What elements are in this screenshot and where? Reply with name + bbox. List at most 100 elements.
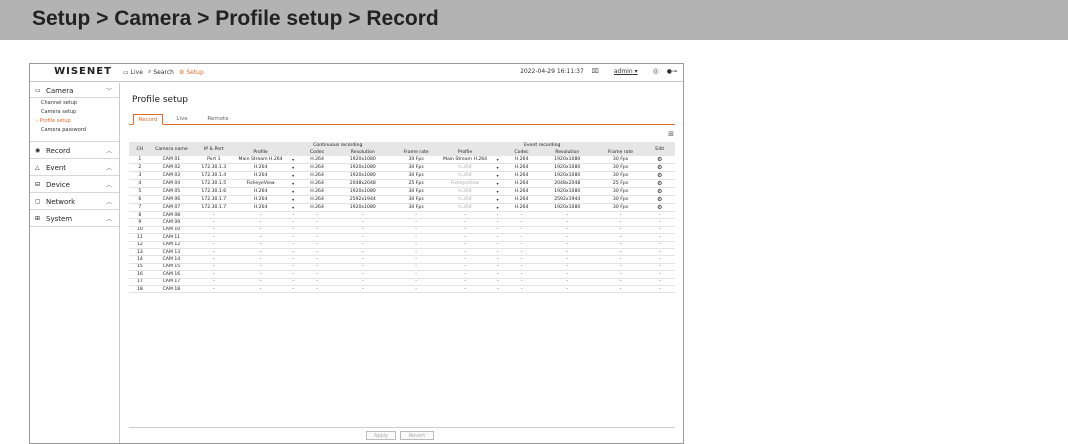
cell-edit[interactable]: ⚙ <box>644 156 675 164</box>
cell-edit: - <box>644 218 675 227</box>
cell-event-profile[interactable]: FisheyeView <box>440 179 491 188</box>
cell-camera-name: CAM 03 <box>150 171 193 180</box>
cell-ch: 10 <box>129 226 151 235</box>
cell-cont-profile[interactable]: H.264 <box>235 163 286 172</box>
grid-view-icon[interactable]: ⊞ <box>668 130 674 138</box>
cell-edit[interactable]: ⚙ <box>644 203 675 212</box>
event-profile-dropdown-arrow[interactable]: ▾ <box>490 203 506 212</box>
logout-icon[interactable]: ●⊸ <box>667 68 677 75</box>
cell-edit[interactable]: ⚙ <box>644 187 675 196</box>
main-panel: Profile setup Record Live Remote ⊞ CH Ca… <box>121 83 683 443</box>
event-profile-dropdown-arrow: - <box>490 278 506 286</box>
cell-cont-frame-rate: 30 Fps <box>392 195 441 204</box>
sidebar-item-camera-setup[interactable]: Camera setup <box>41 109 76 115</box>
event-profile-dropdown-arrow[interactable]: ▾ <box>490 163 506 172</box>
revert-button[interactable]: Revert <box>400 431 434 440</box>
user-dropdown[interactable]: admin ▾ <box>607 68 645 75</box>
cell-event-resolution: - <box>537 233 597 242</box>
table-row: 9 CAM 09- - - - - - - - - - - - <box>129 218 675 227</box>
table-group-header-row: CH Camera name IP & Port Continuous reco… <box>129 142 675 156</box>
gear-icon: ⚙ <box>657 164 663 171</box>
event-profile-dropdown-arrow[interactable]: ▾ <box>490 171 506 180</box>
cell-cont-profile[interactable]: FisheyeView <box>235 179 286 188</box>
event-profile-dropdown-arrow[interactable]: ▾ <box>490 195 506 204</box>
event-profile-dropdown-arrow[interactable]: ▾ <box>490 156 506 164</box>
cell-camera-name: CAM 16 <box>150 270 193 279</box>
cell-cont-codec: - <box>300 226 334 235</box>
cell-cont-profile[interactable]: Main Stream H.264 <box>235 156 286 164</box>
cell-event-profile[interactable]: Main Stream H.264 <box>440 156 491 164</box>
cell-cont-resolution: 1920x1080 <box>333 203 393 212</box>
tab-remote[interactable]: Remote <box>203 114 233 125</box>
event-profile-dropdown-arrow[interactable]: ▾ <box>490 179 506 188</box>
cell-camera-name: CAM 02 <box>150 163 193 172</box>
cont-profile-dropdown-arrow[interactable]: ▾ <box>285 171 301 180</box>
cell-cont-profile[interactable]: H.264 <box>235 171 286 180</box>
cell-event-profile[interactable]: H.264 <box>440 203 491 212</box>
cont-profile-dropdown-arrow[interactable]: ▾ <box>285 195 301 204</box>
nav-setup[interactable]: ⚙ Setup <box>179 68 204 76</box>
cont-profile-dropdown-arrow[interactable]: ▾ <box>285 179 301 188</box>
cont-profile-dropdown-arrow[interactable]: ▾ <box>285 187 301 196</box>
cell-event-profile[interactable]: H.264 <box>440 195 491 204</box>
cont-profile-dropdown-arrow[interactable]: ▾ <box>285 203 301 212</box>
gear-icon: ⚙ <box>657 172 663 179</box>
sidebar-header-camera[interactable]: ▭ Camera ﹀ <box>30 83 119 98</box>
cell-event-profile[interactable]: H.264 <box>440 187 491 196</box>
cell-cont-resolution: - <box>333 218 393 227</box>
cell-event-frame-rate: 30 Fps <box>596 156 645 164</box>
sidebar-item-profile-setup[interactable]: › Profile setup <box>36 118 71 124</box>
cont-profile-dropdown-arrow[interactable]: ▾ <box>285 156 301 164</box>
cell-cont-resolution: - <box>333 255 393 264</box>
cell-event-profile[interactable]: H.264 <box>440 171 491 180</box>
sidebar-group-event[interactable]: △ Event ︿ <box>30 160 119 176</box>
cell-cont-codec: - <box>300 270 334 279</box>
cell-event-resolution: - <box>537 255 597 264</box>
cell-event-profile: - <box>440 248 491 257</box>
network-icon: ▢ <box>35 198 41 205</box>
cell-cont-codec: - <box>300 263 334 272</box>
event-profile-dropdown-arrow[interactable]: ▾ <box>490 187 506 196</box>
cell-cont-frame-rate: - <box>392 270 441 279</box>
tab-record[interactable]: Record <box>133 114 163 125</box>
nav-search[interactable]: ⌕ Search <box>148 68 174 76</box>
cell-edit[interactable]: ⚙ <box>644 179 675 188</box>
cell-cont-profile: - <box>235 270 286 279</box>
nav-live[interactable]: ▭ Live <box>123 68 143 76</box>
cell-event-resolution: 1920x1080 <box>537 171 597 180</box>
cell-ch: 16 <box>129 270 151 279</box>
cell-cont-resolution: - <box>333 270 393 279</box>
cell-event-profile[interactable]: H.264 <box>440 163 491 172</box>
sidebar-item-camera-password[interactable]: Camera password <box>41 127 86 133</box>
sidebar-group-system[interactable]: ⊞ System ︿ <box>30 211 119 227</box>
cell-event-profile: - <box>440 270 491 279</box>
notification-icon[interactable]: ⌧ <box>592 68 599 75</box>
cell-edit[interactable]: ⚙ <box>644 163 675 172</box>
cell-edit[interactable]: ⚙ <box>644 195 675 204</box>
cell-edit: - <box>644 285 675 294</box>
sidebar-group-network[interactable]: ▢ Network ︿ <box>30 194 119 210</box>
cont-profile-dropdown-arrow: - <box>285 270 301 279</box>
sidebar-item-channel-setup[interactable]: Channel setup <box>41 100 77 106</box>
sidebar-group-device[interactable]: ⊟ Device ︿ <box>30 177 119 193</box>
gear-icon: ⚙ <box>657 196 663 203</box>
cell-event-codec: - <box>505 270 538 279</box>
apply-button[interactable]: Apply <box>366 431 396 440</box>
cell-event-resolution: - <box>537 285 597 294</box>
cell-ip-port: 172.30.1.3 <box>192 163 236 172</box>
cell-cont-profile[interactable]: H.264 <box>235 203 286 212</box>
tab-live[interactable]: Live <box>167 114 197 125</box>
cell-cont-profile[interactable]: H.264 <box>235 195 286 204</box>
cell-ch: 7 <box>129 203 151 212</box>
cell-camera-name: CAM 15 <box>150 263 193 272</box>
chevron-up-icon: ︿ <box>105 165 112 172</box>
cell-camera-name: CAM 08 <box>150 211 193 220</box>
cell-cont-profile[interactable]: H.264 <box>235 187 286 196</box>
cell-cont-frame-rate: 30 Fps <box>392 156 441 164</box>
help-icon[interactable]: ⓪ <box>653 67 659 76</box>
table-row: 2 CAM 02 172.30.1.3 H.264 ▾ H.264 1920x1080 30 … <box>129 163 675 172</box>
sidebar-group-record[interactable]: ◉ Record ︿ <box>30 143 119 159</box>
cell-ip-port: 172.30.1.7 <box>192 203 236 212</box>
cell-edit[interactable]: ⚙ <box>644 171 675 180</box>
cont-profile-dropdown-arrow[interactable]: ▾ <box>285 163 301 172</box>
